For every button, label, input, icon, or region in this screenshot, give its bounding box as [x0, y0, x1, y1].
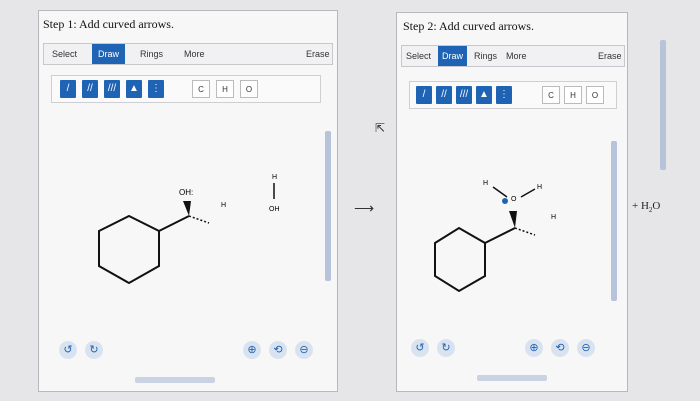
wedge-bond-icon[interactable]: ▲	[476, 86, 492, 104]
undo-icon[interactable]: ↺	[59, 341, 77, 359]
wedge-bond-icon[interactable]: ▲	[126, 80, 142, 98]
oxygen-positive-charge	[502, 198, 508, 204]
step2-canvas[interactable]: H O H H	[397, 123, 607, 313]
step2-bottom-bar: ↺ ↻ ⊕ ⟲ ⊖	[407, 339, 615, 361]
oh-bond-left	[492, 186, 508, 198]
step2-tab-more[interactable]: More	[506, 46, 527, 66]
atom-h-button[interactable]: H	[564, 86, 582, 104]
step2-panel: Step 2: Add curved arrows. Select Draw R…	[375, 12, 628, 392]
hash-bond-icon[interactable]: ⋮	[148, 80, 164, 98]
step1-tab-select[interactable]: Select	[52, 44, 77, 64]
step1-panel: Step 1: Add curved arrows. Select Draw R…	[38, 10, 338, 392]
atom-c-button[interactable]: C	[542, 86, 560, 104]
cyclohexane-ring	[98, 214, 160, 285]
water-plus-h: + H	[632, 200, 649, 212]
water-h-label: H	[272, 174, 277, 181]
ring-to-carbon-bond	[158, 215, 190, 232]
zoom-in-icon[interactable]: ⊕	[525, 339, 543, 357]
step1-canvas[interactable]: OH: H H OH	[39, 111, 329, 311]
reset-zoom-icon[interactable]: ⟲	[551, 339, 569, 357]
atom-c-button[interactable]: C	[192, 80, 210, 98]
h-left-label: H	[483, 180, 488, 187]
redo-icon[interactable]: ↻	[85, 341, 103, 359]
wedge-bond	[183, 201, 191, 216]
atom-h-button[interactable]: H	[216, 80, 234, 98]
zoom-out-icon[interactable]: ⊖	[295, 341, 313, 359]
mouse-cursor-icon: ⇱	[375, 121, 386, 135]
step2-erase-button[interactable]: Erase	[598, 46, 622, 66]
hash-bond	[514, 227, 536, 236]
step2-tab-draw[interactable]: Draw	[438, 46, 468, 66]
step1-erase-button[interactable]: Erase	[306, 44, 330, 64]
step1-tab-rings[interactable]: Rings	[140, 44, 163, 64]
step1-toolbar: Select Draw Rings More Erase	[43, 43, 333, 65]
page-vertical-scrollbar[interactable]	[660, 40, 666, 170]
atom-o-button[interactable]: O	[586, 86, 604, 104]
step1-title: Step 1: Add curved arrows.	[43, 17, 174, 31]
hash-bond	[188, 215, 210, 224]
single-bond-icon[interactable]: /	[416, 86, 432, 104]
h-right-label: H	[537, 184, 542, 191]
step1-tools-row: / // /// ▲ ⋮ C H O	[51, 75, 321, 103]
cyclohexane-ring	[434, 226, 486, 293]
triple-bond-icon[interactable]: ///	[456, 86, 472, 104]
double-bond-icon[interactable]: //	[82, 80, 98, 98]
step2-tab-select[interactable]: Select	[406, 46, 431, 66]
step2-tools-row: / // /// ▲ ⋮ C H O	[409, 81, 617, 109]
step1-tab-draw[interactable]: Draw	[92, 44, 126, 64]
oh-bond-right	[520, 188, 536, 198]
atom-o-button[interactable]: O	[240, 80, 258, 98]
wedge-bond	[509, 211, 517, 228]
water-product-label: + H2O	[632, 200, 660, 214]
double-bond-icon[interactable]: //	[436, 86, 452, 104]
oh-label: OH:	[179, 188, 193, 197]
step1-tab-more[interactable]: More	[184, 44, 205, 64]
water-oh-label: OH	[269, 206, 280, 213]
h-bottom-label: H	[551, 214, 556, 221]
ring-to-carbon-bond	[484, 227, 516, 244]
zoom-out-icon[interactable]: ⊖	[577, 339, 595, 357]
single-bond-icon[interactable]: /	[60, 80, 76, 98]
step2-toolbar: Select Draw Rings More Erase	[401, 45, 625, 67]
step1-horizontal-scrollbar[interactable]	[135, 377, 215, 383]
water-o: O	[652, 200, 661, 212]
step1-bottom-bar: ↺ ↻ ⊕ ⟲ ⊖	[51, 341, 321, 363]
reaction-arrow: ⟶	[354, 200, 375, 216]
step2-title: Step 2: Add curved arrows.	[403, 19, 534, 33]
triple-bond-icon[interactable]: ///	[104, 80, 120, 98]
redo-icon[interactable]: ↻	[437, 339, 455, 357]
step2-tab-rings[interactable]: Rings	[474, 46, 497, 66]
zoom-in-icon[interactable]: ⊕	[243, 341, 261, 359]
step2-horizontal-scrollbar[interactable]	[477, 375, 547, 381]
step2-vertical-scrollbar[interactable]	[611, 141, 617, 301]
hash-bond-icon[interactable]: ⋮	[496, 86, 512, 104]
reset-zoom-icon[interactable]: ⟲	[269, 341, 287, 359]
undo-icon[interactable]: ↺	[411, 339, 429, 357]
h-label: H	[221, 202, 226, 209]
o-label: O	[511, 196, 517, 203]
